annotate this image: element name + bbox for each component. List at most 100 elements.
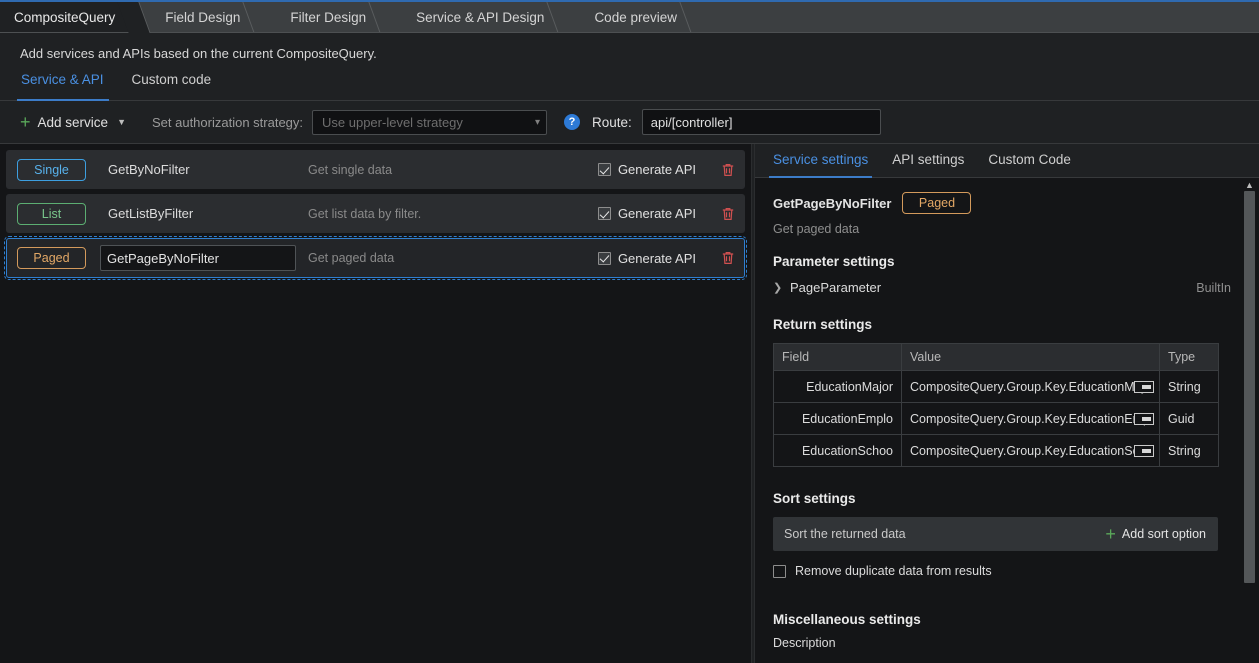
cell-value[interactable]: CompositeQuery.Group.Key.EducationEmplo (901, 402, 1160, 435)
sort-placeholder: Sort the returned data (784, 527, 906, 541)
tab-service-api[interactable]: Service & API (17, 72, 115, 101)
tab-field-design[interactable]: Field Design (147, 2, 276, 33)
tab-service-settings[interactable]: Service settings (768, 144, 873, 178)
description-label: Description (773, 636, 836, 650)
tab-api-settings[interactable]: API settings (892, 144, 964, 177)
tab-code-preview[interactable]: Code preview (576, 2, 713, 33)
parameter-row[interactable]: ❯ PageParameter BuiltIn (773, 280, 1259, 295)
checkbox-box (597, 251, 611, 265)
tab-custom-code-detail[interactable]: Custom Code (988, 144, 1071, 177)
table-row[interactable]: EducationEmplo CompositeQuery.Group.Key.… (773, 402, 1219, 435)
tab-label: Service & API (21, 72, 104, 87)
tab-skew-edge (117, 2, 151, 33)
tab-compositequery[interactable]: CompositeQuery (0, 2, 151, 33)
generate-api-checkbox[interactable]: Generate API (597, 250, 696, 266)
tab-skew-edge (242, 2, 276, 33)
plus-icon: + (20, 112, 31, 132)
delete-service-button[interactable] (720, 250, 736, 266)
authorization-strategy-placeholder: Use upper-level strategy (322, 114, 463, 130)
split-container: Single GetByNoFilter Get single data Gen… (0, 144, 1259, 663)
service-row-list[interactable]: List GetListByFilter Get list data by fi… (6, 194, 745, 233)
generate-api-checkbox[interactable]: Generate API (597, 162, 696, 177)
remove-duplicate-checkbox[interactable]: Remove duplicate data from results (773, 564, 1259, 578)
scrollbar-track[interactable] (1244, 191, 1255, 663)
parameter-name: PageParameter (790, 280, 882, 295)
parameter-kind: BuiltIn (1196, 280, 1231, 295)
detail-tab-strip: Service settings API settings Custom Cod… (755, 144, 1259, 178)
service-type-badge: Single (17, 158, 86, 181)
service-name[interactable]: GetByNoFilter (108, 162, 304, 177)
tab-service-api-design[interactable]: Service & API Design (398, 2, 581, 33)
cell-type: String (1168, 443, 1201, 458)
generate-api-label: Generate API (617, 206, 696, 221)
cell-value[interactable]: CompositeQuery.Group.Key.EducationMajor (901, 370, 1160, 403)
authorization-strategy-select[interactable]: Use upper-level strategy ▾ (312, 109, 548, 135)
cell-type: Guid (1159, 402, 1219, 435)
tab-label: Filter Design (290, 10, 367, 25)
service-row-paged[interactable]: Paged Get paged data Generate API (4, 236, 747, 280)
chevron-down-icon: ▾ (534, 116, 541, 128)
cell-value[interactable]: CompositeQuery.Group.Key.EducationSchoo (901, 434, 1160, 467)
service-type-badge: List (17, 202, 86, 225)
chevron-right-icon[interactable]: ❯ (773, 281, 782, 294)
column-header-type: Type (1159, 343, 1219, 371)
scrollbar-thumb[interactable] (1244, 191, 1255, 583)
tab-label: Custom code (131, 72, 212, 87)
add-sort-option-label: Add sort option (1121, 527, 1206, 541)
add-service-button[interactable]: + Add service ▼ (20, 113, 126, 131)
value-picker-button[interactable] (1134, 412, 1154, 425)
return-settings-title: Return settings (773, 317, 873, 332)
authorization-strategy-label: Set authorization strategy: (151, 114, 304, 130)
add-service-label: Add service (37, 114, 109, 130)
page-body: Add services and APIs based on the curre… (0, 33, 1259, 663)
delete-service-button[interactable] (720, 162, 736, 178)
service-name-input[interactable] (100, 245, 296, 271)
service-description: Get single data (308, 162, 393, 177)
detail-scrollbar[interactable]: ▲ (1242, 178, 1257, 663)
tab-label: CompositeQuery (14, 10, 116, 25)
chevron-down-icon: ▼ (117, 117, 126, 127)
service-list-pane: Single GetByNoFilter Get single data Gen… (0, 144, 751, 663)
checkbox-box (597, 163, 611, 176)
detail-service-header: GetPageByNoFilter Paged (773, 192, 1259, 214)
generate-api-label: Generate API (617, 250, 696, 266)
add-sort-option-button[interactable]: + Add sort option (1105, 525, 1206, 543)
help-icon[interactable]: ? (564, 114, 581, 130)
tab-filter-design[interactable]: Filter Design (272, 2, 402, 33)
tab-label: Custom Code (988, 152, 1071, 167)
column-header-value: Value (901, 343, 1160, 371)
table-row[interactable]: EducationSchoo CompositeQuery.Group.Key.… (773, 434, 1219, 467)
tab-label: Service & API Design (416, 10, 545, 25)
sort-settings-title: Sort settings (773, 491, 856, 506)
parameter-settings-title: Parameter settings (773, 254, 895, 269)
generate-api-label: Generate API (617, 162, 696, 177)
plus-icon: + (1105, 524, 1116, 544)
page-description: Add services and APIs based on the curre… (20, 46, 377, 61)
cell-value-text: CompositeQuery.Group.Key.EducationEmplo (910, 411, 1151, 426)
column-header-field: Field (773, 343, 902, 371)
checkbox-box (597, 207, 611, 220)
table-row[interactable]: EducationMajor CompositeQuery.Group.Key.… (773, 370, 1219, 403)
service-type-badge: Paged (17, 247, 86, 269)
delete-service-button[interactable] (720, 206, 736, 222)
tab-label: Service settings (773, 152, 869, 167)
cell-value-text: CompositeQuery.Group.Key.EducationMajor (910, 379, 1151, 394)
scroll-up-arrow-icon[interactable]: ▲ (1245, 178, 1254, 191)
tab-custom-code[interactable]: Custom code (131, 72, 223, 100)
cell-value-text: CompositeQuery.Group.Key.EducationSchoo (910, 443, 1151, 458)
tab-skew-edge (679, 2, 713, 33)
main-tab-strip: CompositeQuery Field Design Filter Desig… (0, 0, 1259, 33)
service-row-single[interactable]: Single GetByNoFilter Get single data Gen… (6, 150, 745, 189)
value-picker-button[interactable] (1134, 380, 1154, 393)
tab-label: Code preview (594, 10, 677, 25)
tab-label: API settings (892, 152, 965, 167)
cell-type: String (1159, 370, 1219, 403)
service-name[interactable]: GetListByFilter (108, 206, 304, 221)
detail-service-description: Get paged data (773, 222, 860, 236)
route-input[interactable] (641, 109, 881, 135)
service-description: Get list data by filter. (308, 206, 422, 221)
generate-api-checkbox[interactable]: Generate API (597, 206, 696, 221)
value-picker-button[interactable] (1134, 444, 1154, 457)
tab-skew-edge (368, 2, 402, 33)
table-header-row: Field Value Type (773, 343, 1219, 371)
